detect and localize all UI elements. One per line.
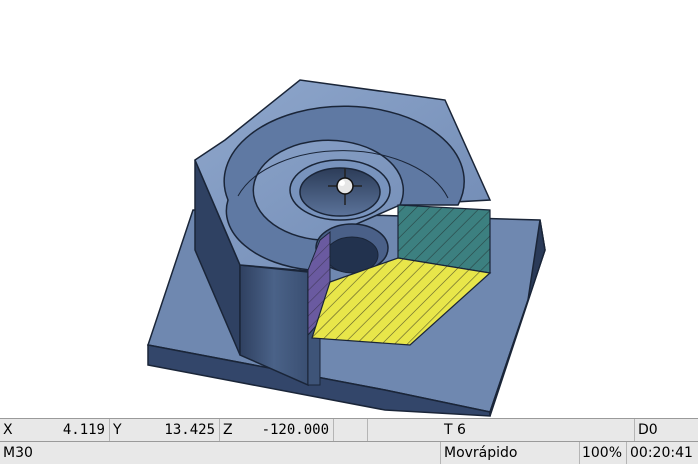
y-axis-label: Y (113, 422, 122, 438)
coordinate-bar: X 4.119 Y 13.425 Z -120.000 T 6 D0 (0, 418, 698, 441)
m-code: M30 (0, 442, 441, 464)
spacer-cell (334, 419, 368, 441)
feed-override: 100% (580, 442, 627, 464)
x-axis-label: X (3, 422, 13, 438)
y-position-value: 13.425 (128, 419, 220, 441)
motion-mode: Movrápido (441, 442, 580, 464)
z-position-value: -120.000 (238, 419, 334, 441)
workpiece-3d-view (147, 79, 546, 417)
program-status-bar: M30 Movrápido 100% 00:20:41 (0, 441, 698, 464)
elapsed-time: 00:20:41 (630, 445, 693, 461)
tool-number: T 6 (441, 419, 635, 441)
z-axis-label: Z (223, 422, 233, 438)
simulation-viewport[interactable] (0, 0, 698, 417)
tool-offset: D0 (638, 422, 658, 438)
x-position-value: 4.119 (18, 419, 110, 441)
